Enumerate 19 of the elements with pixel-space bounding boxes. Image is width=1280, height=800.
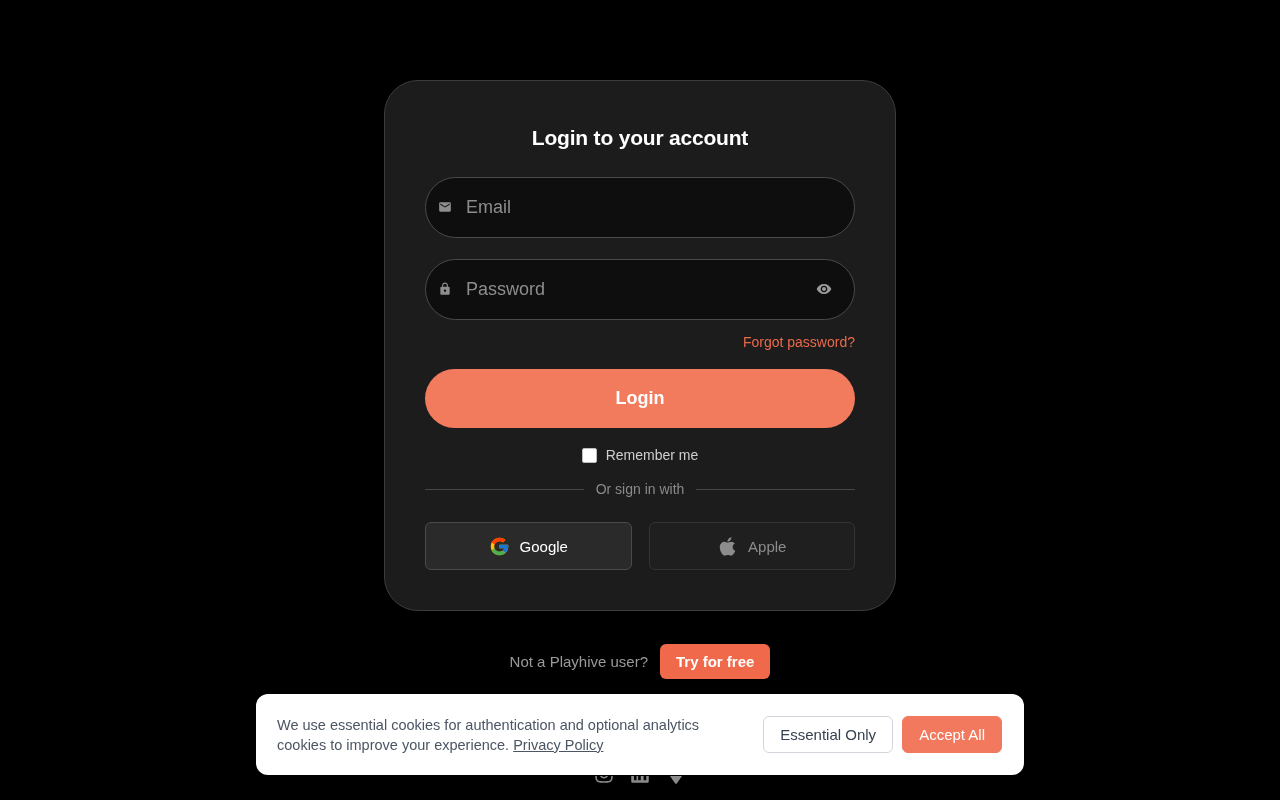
try-for-free-button[interactable]: Try for free (660, 644, 771, 679)
privacy-policy-link[interactable]: Privacy Policy (513, 736, 604, 753)
cookie-notice-text: We use essential cookies for authentication and optional analytics cookies to improve your experience. Privacy Policy (277, 715, 701, 755)
eye-icon[interactable] (816, 281, 832, 297)
essential-only-button[interactable]: Essential Only (763, 716, 894, 753)
remember-me-checkbox[interactable] (581, 447, 597, 463)
forgot-password-link[interactable]: Forgot password? (742, 332, 855, 352)
email-field[interactable]: Email (425, 177, 855, 238)
remember-me-label: Remember me (605, 447, 699, 463)
camera-icon[interactable] (594, 776, 614, 784)
divider-label: Or sign in with (595, 481, 685, 497)
password-field[interactable]: Password (425, 259, 855, 320)
signup-prompt-text: Not a Playhive user? (509, 653, 648, 670)
login-title: Login to your account (530, 125, 750, 151)
mail-icon (438, 200, 452, 214)
linkedin-icon[interactable] (630, 776, 650, 784)
google-sign-in-button[interactable]: Google (425, 522, 632, 570)
google-g-icon (488, 535, 510, 557)
lock-icon (438, 282, 452, 296)
